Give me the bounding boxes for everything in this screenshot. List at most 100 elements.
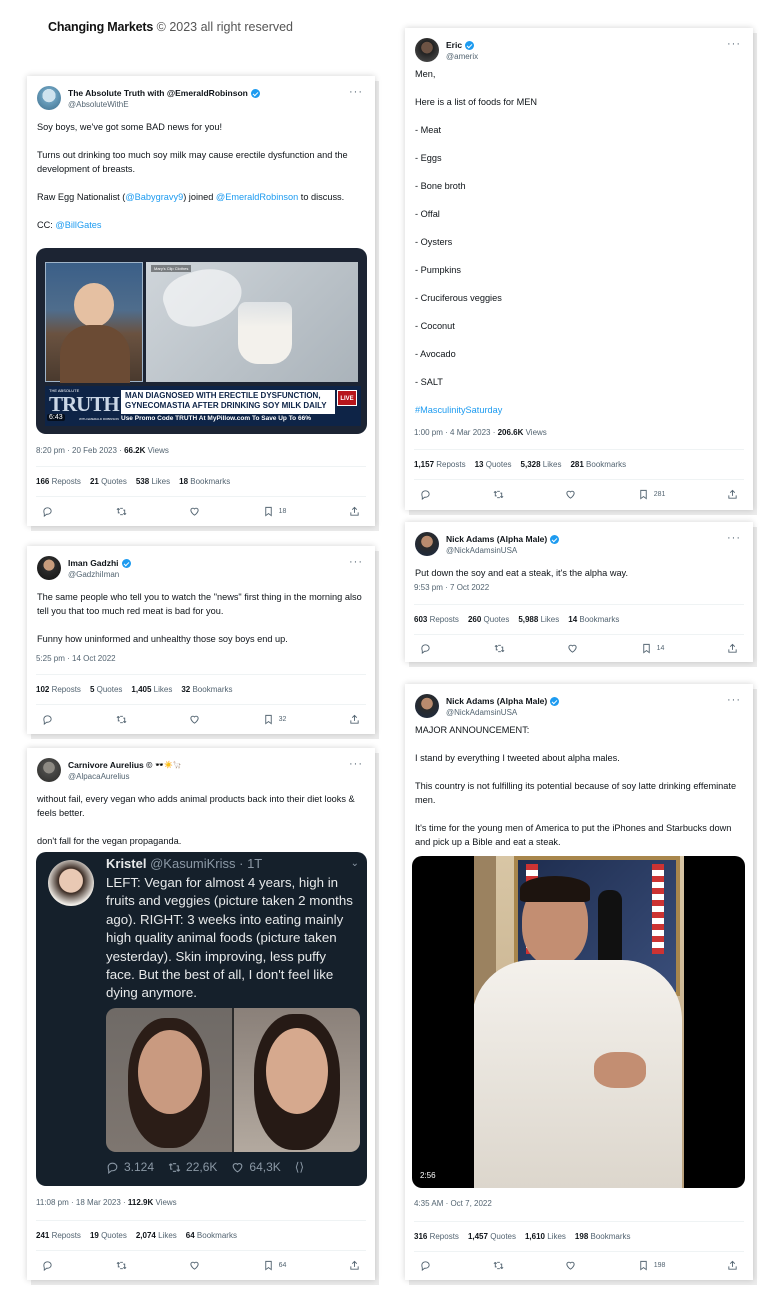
avatar[interactable] bbox=[415, 532, 439, 556]
hashtag-link[interactable]: #MasculinitySaturday bbox=[415, 403, 743, 417]
embedded-tweet-image[interactable]: Kristel @KasumiKriss · 1T ⌄ LEFT: Vegan … bbox=[36, 852, 367, 1186]
reposts-count[interactable]: 1,157 Reposts bbox=[414, 460, 466, 469]
quotes-count[interactable]: 13 Quotes bbox=[475, 460, 512, 469]
bookmark-button[interactable]: 198 bbox=[638, 1260, 665, 1271]
avatar[interactable] bbox=[37, 556, 61, 580]
like-icon[interactable] bbox=[565, 489, 576, 500]
author-handle[interactable]: @GadzhiIman bbox=[68, 569, 131, 580]
likes-count[interactable]: 1,610 Likes bbox=[525, 1232, 566, 1241]
bookmarks-count[interactable]: 18 Bookmarks bbox=[179, 477, 230, 486]
repost-icon[interactable] bbox=[116, 714, 127, 725]
tweet-timestamp[interactable]: 4:35 AM · Oct 7, 2022 bbox=[414, 1199, 492, 1208]
like-icon[interactable] bbox=[189, 1260, 200, 1271]
reply-icon[interactable] bbox=[420, 489, 431, 500]
tweet-nick-adams-announcement[interactable]: Nick Adams (Alpha Male) @NickAdamsinUSA … bbox=[405, 684, 753, 1280]
tweet-carnivore-aurelius[interactable]: Carnivore Aurelius © 🕶️☀️🦙 @AlpacaAureliu… bbox=[27, 748, 375, 1280]
tweet-video[interactable]: Mary's Clip Clothes THE ABSOLUTE TRUTH W… bbox=[36, 248, 367, 434]
reposts-count[interactable]: 102 Reposts bbox=[36, 685, 81, 694]
author-handle[interactable]: @AlpacaAurelius bbox=[68, 771, 182, 782]
more-icon[interactable]: ··· bbox=[349, 758, 363, 770]
quotes-count[interactable]: 21 Quotes bbox=[90, 477, 127, 486]
likes-count[interactable]: 1,405 Likes bbox=[131, 685, 172, 694]
tweet-timestamp[interactable]: 9:53 pm · 7 Oct 2022 bbox=[414, 583, 489, 592]
likes-count[interactable]: 538 Likes bbox=[136, 477, 170, 486]
likes-count[interactable]: 5,328 Likes bbox=[521, 460, 562, 469]
author-name[interactable]: Iman Gadzhi bbox=[68, 558, 119, 569]
author-name[interactable]: Nick Adams (Alpha Male) bbox=[446, 696, 547, 707]
bookmarks-count[interactable]: 14 Bookmarks bbox=[568, 615, 619, 624]
author-name[interactable]: Nick Adams (Alpha Male) bbox=[446, 534, 547, 545]
share-icon[interactable] bbox=[349, 506, 360, 517]
bookmark-button[interactable]: 64 bbox=[263, 1260, 286, 1271]
like-icon[interactable] bbox=[567, 643, 578, 654]
quotes-count[interactable]: 19 Quotes bbox=[90, 1231, 127, 1240]
bookmark-button[interactable]: 32 bbox=[263, 714, 286, 725]
repost-icon[interactable] bbox=[116, 1260, 127, 1271]
tweet-absolute-truth[interactable]: The Absolute Truth with @EmeraldRobinson… bbox=[27, 76, 375, 526]
share-icon[interactable] bbox=[349, 714, 360, 725]
tweet-iman-gadzhi[interactable]: Iman Gadzhi @GadzhiIman ··· The same peo… bbox=[27, 546, 375, 734]
likes-count[interactable]: 5,988 Likes bbox=[518, 615, 559, 624]
author-name[interactable]: Eric bbox=[446, 40, 462, 51]
repost-icon[interactable] bbox=[116, 506, 127, 517]
reply-icon[interactable] bbox=[42, 714, 53, 725]
repost-icon[interactable] bbox=[493, 1260, 504, 1271]
avatar[interactable] bbox=[37, 86, 61, 110]
tweet-timestamp[interactable]: 1:00 pm · 4 Mar 2023 · 206.6K Views bbox=[414, 428, 547, 437]
mention-link[interactable]: @EmeraldRobinson bbox=[216, 192, 298, 202]
mention-link[interactable]: @Babygravy9 bbox=[125, 192, 183, 202]
avatar[interactable] bbox=[415, 694, 439, 718]
author-handle[interactable]: @NickAdamsinUSA bbox=[446, 707, 559, 718]
tweet-timestamp[interactable]: 11:08 pm · 18 Mar 2023 · 112.9K Views bbox=[36, 1198, 177, 1207]
bookmark-button[interactable]: 14 bbox=[641, 643, 664, 654]
reposts-count[interactable]: 316 Reposts bbox=[414, 1232, 459, 1241]
mention-link[interactable]: @BillGates bbox=[55, 220, 101, 230]
more-icon[interactable]: ··· bbox=[727, 532, 741, 544]
bookmark-button[interactable]: 18 bbox=[263, 506, 286, 517]
like-icon[interactable] bbox=[565, 1260, 576, 1271]
tweet-stats: 1,157 Reposts 13 Quotes 5,328 Likes 281 … bbox=[414, 449, 744, 480]
author-name[interactable]: The Absolute Truth with @EmeraldRobinson bbox=[68, 88, 248, 99]
reposts-count[interactable]: 166 Reposts bbox=[36, 477, 81, 486]
more-icon[interactable]: ··· bbox=[727, 38, 741, 50]
bookmarks-count[interactable]: 64 Bookmarks bbox=[186, 1231, 237, 1240]
quotes-count[interactable]: 1,457 Quotes bbox=[468, 1232, 516, 1241]
reply-icon[interactable] bbox=[42, 1260, 53, 1271]
tweet-stats: 603 Reposts 260 Quotes 5,988 Likes 14 Bo… bbox=[414, 604, 744, 635]
reposts-count[interactable]: 603 Reposts bbox=[414, 615, 459, 624]
bookmarks-count[interactable]: 32 Bookmarks bbox=[181, 685, 232, 694]
author-handle[interactable]: @amerix bbox=[446, 51, 478, 62]
tweet-video[interactable]: 2:56 bbox=[412, 856, 745, 1188]
avatar[interactable] bbox=[415, 38, 439, 62]
share-icon[interactable] bbox=[727, 1260, 738, 1271]
tweet-eric[interactable]: Eric @amerix ··· Men, Here is a list of … bbox=[405, 28, 753, 510]
tweet-nick-adams-steak[interactable]: Nick Adams (Alpha Male) @NickAdamsinUSA … bbox=[405, 522, 753, 662]
quotes-count[interactable]: 260 Quotes bbox=[468, 615, 509, 624]
action-bar: 32 bbox=[36, 704, 366, 734]
likes-count[interactable]: 2,074 Likes bbox=[136, 1231, 177, 1240]
bookmark-button[interactable]: 281 bbox=[638, 489, 665, 500]
author-name[interactable]: Carnivore Aurelius © bbox=[68, 760, 152, 771]
avatar[interactable] bbox=[37, 758, 61, 782]
reply-icon[interactable] bbox=[42, 506, 53, 517]
more-icon[interactable]: ··· bbox=[349, 86, 363, 98]
share-icon[interactable] bbox=[727, 489, 738, 500]
tweet-timestamp[interactable]: 8:20 pm · 20 Feb 2023 · 66.2K Views bbox=[36, 446, 169, 455]
author-handle[interactable]: @NickAdamsinUSA bbox=[446, 545, 559, 556]
author-handle[interactable]: @AbsoluteWithE bbox=[68, 99, 260, 110]
more-icon[interactable]: ··· bbox=[727, 694, 741, 706]
reply-icon[interactable] bbox=[420, 643, 431, 654]
tweet-timestamp[interactable]: 5:25 pm · 14 Oct 2022 bbox=[36, 654, 116, 663]
repost-icon[interactable] bbox=[493, 489, 504, 500]
more-icon[interactable]: ··· bbox=[349, 556, 363, 568]
bookmarks-count[interactable]: 198 Bookmarks bbox=[575, 1232, 631, 1241]
share-icon[interactable] bbox=[727, 643, 738, 654]
reposts-count[interactable]: 241 Reposts bbox=[36, 1231, 81, 1240]
bookmarks-count[interactable]: 281 Bookmarks bbox=[570, 460, 626, 469]
like-icon[interactable] bbox=[189, 714, 200, 725]
reply-icon[interactable] bbox=[420, 1260, 431, 1271]
share-icon[interactable] bbox=[349, 1260, 360, 1271]
like-icon[interactable] bbox=[189, 506, 200, 517]
repost-icon[interactable] bbox=[494, 643, 505, 654]
quotes-count[interactable]: 5 Quotes bbox=[90, 685, 122, 694]
